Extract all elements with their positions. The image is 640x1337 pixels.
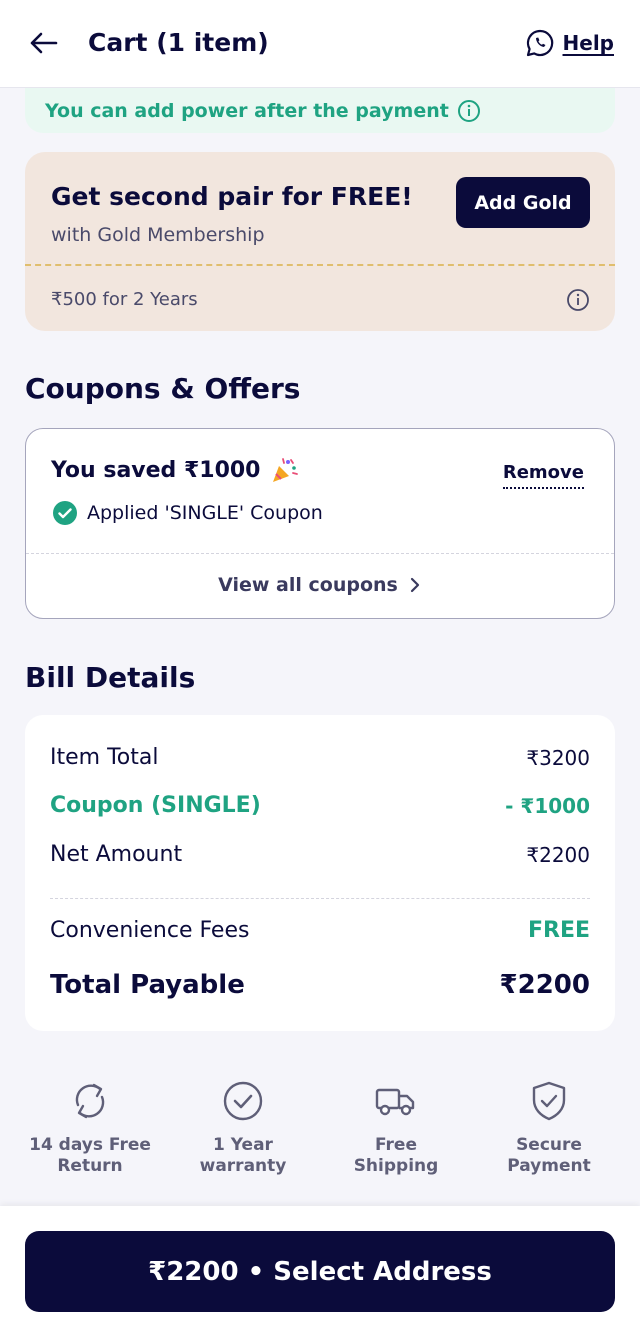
saved-text-wrap: You saved ₹1000 [51, 456, 299, 484]
return-icon [75, 1083, 105, 1119]
feature-label: Free [375, 1135, 417, 1155]
shield-check-icon [532, 1081, 566, 1121]
coupon-divider [26, 553, 614, 554]
bill-row: Convenience Fees FREE [50, 918, 590, 943]
bill-row: Net Amount ₹2200 [50, 842, 590, 867]
bill-row: Coupon (SINGLE) - ₹1000 [50, 793, 590, 818]
power-banner-text: You can add power after the payment [45, 99, 449, 122]
feature-item: Secure Payment [474, 1075, 624, 1177]
applied-coupon-text: Applied 'SINGLE' Coupon [87, 502, 323, 524]
view-all-coupons-button[interactable]: View all coupons [26, 574, 614, 596]
remove-coupon-button[interactable]: Remove [502, 462, 584, 489]
gold-subtitle: with Gold Membership [51, 224, 265, 246]
bill-row-label: Net Amount [50, 842, 183, 867]
power-banner: You can add power after the payment [25, 88, 615, 133]
bill-row-value: ₹3200 [526, 745, 590, 770]
total-payable-value: ₹2200 [499, 970, 590, 1000]
feature-label: warranty [199, 1156, 287, 1176]
gold-title: Get second pair for FREE! [51, 182, 413, 211]
bill-row-label: Convenience Fees [50, 918, 250, 943]
saved-text: You saved ₹1000 [51, 457, 261, 483]
bill-row-value: ₹2200 [526, 842, 590, 867]
bill-row-value: - ₹1000 [505, 793, 590, 818]
info-icon[interactable] [566, 288, 590, 312]
truck-icon [375, 1088, 415, 1116]
feature-label: Return [57, 1156, 123, 1176]
back-arrow-icon [30, 32, 58, 54]
bill-row-value: FREE [527, 918, 590, 943]
coupons-section-title: Coupons & Offers [25, 372, 301, 405]
bill-section-title: Bill Details [25, 661, 196, 694]
trust-features: 14 days Free Return 1 Year warranty Free… [0, 1075, 640, 1205]
page-title: Cart (1 item) [88, 28, 269, 57]
chevron-right-icon [410, 577, 419, 593]
bill-details-card: Item Total ₹3200 Coupon (SINGLE) - ₹1000… [25, 715, 615, 1031]
view-all-coupons-label: View all coupons [218, 574, 398, 596]
total-payable-label: Total Payable [50, 970, 245, 1000]
party-popper-icon [272, 458, 298, 482]
feature-label: Payment [507, 1156, 591, 1176]
feature-label: Shipping [353, 1156, 439, 1176]
warranty-check-icon [223, 1081, 263, 1121]
add-gold-button[interactable]: Add Gold [456, 177, 590, 228]
check-circle-icon [53, 501, 77, 525]
help-link[interactable]: Help [525, 28, 614, 58]
bill-row: Item Total ₹3200 [50, 745, 590, 770]
gold-price: ₹500 for 2 Years [51, 289, 198, 310]
back-button[interactable] [26, 26, 60, 60]
bottom-bar: ₹2200 • Select Address [0, 1206, 640, 1337]
whatsapp-icon [526, 29, 553, 57]
gold-divider [25, 264, 615, 266]
applied-coupon: Applied 'SINGLE' Coupon [53, 501, 323, 525]
feature-label: 1 Year [213, 1135, 273, 1155]
coupon-card: You saved ₹1000 Applied 'SINGLE' Coupon … [25, 428, 615, 619]
feature-item: Free Shipping [321, 1075, 471, 1177]
bill-row-label: Item Total [50, 745, 159, 770]
feature-label: Secure [516, 1135, 582, 1155]
help-label: Help [562, 31, 614, 55]
bill-divider [50, 898, 590, 899]
feature-item: 14 days Free Return [15, 1075, 165, 1177]
info-icon[interactable] [457, 99, 481, 123]
bill-row-label: Coupon (SINGLE) [50, 793, 261, 818]
top-bar: Cart (1 item) Help [0, 0, 640, 88]
feature-item: 1 Year warranty [168, 1075, 318, 1177]
bill-total-row: Total Payable ₹2200 [50, 970, 590, 1000]
gold-membership-card: Get second pair for FREE! with Gold Memb… [25, 152, 615, 331]
feature-label: 14 days Free [29, 1135, 151, 1155]
select-address-button[interactable]: ₹2200 • Select Address [25, 1231, 615, 1312]
